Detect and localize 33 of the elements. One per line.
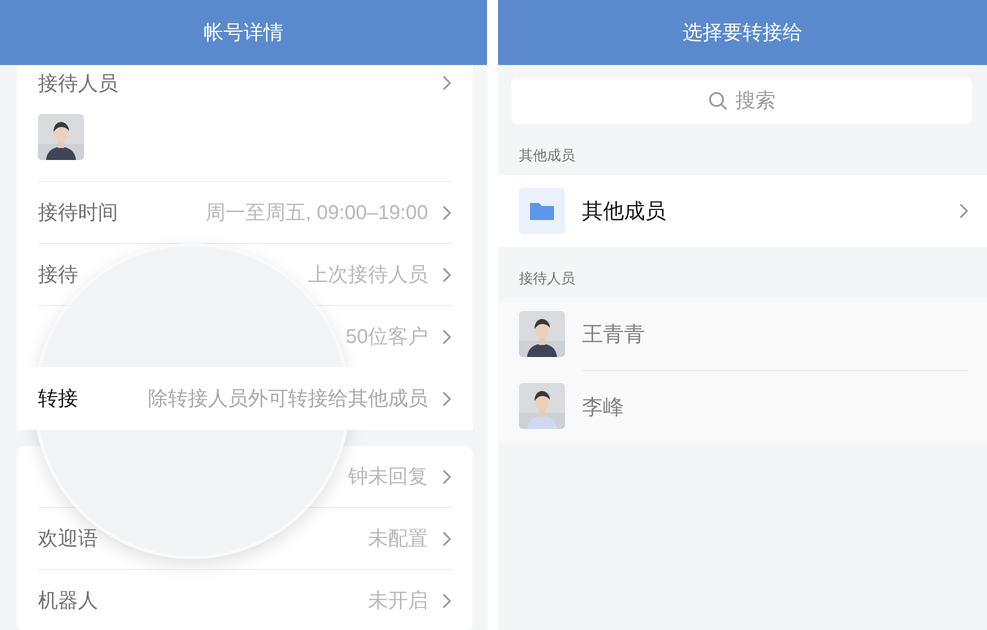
search-field[interactable]: 搜索 <box>511 78 972 124</box>
chevron-icon <box>442 75 452 91</box>
chevron-icon <box>442 530 452 546</box>
chevron-icon <box>959 203 969 219</box>
row-value: 周一至周五, 09:00–19:00 <box>206 201 428 226</box>
row-label: 转接 <box>38 387 78 412</box>
row-label: 接待人员 <box>38 72 119 96</box>
row-value: 50位客户 <box>346 325 428 350</box>
row-label: 接待 <box>38 263 78 288</box>
search-icon <box>708 91 728 111</box>
chevron-icon <box>442 266 452 282</box>
chevron-icon <box>442 328 452 344</box>
section-title: 其他成员 <box>518 146 576 165</box>
list-item: 李峰 <box>498 370 987 442</box>
row-value: 除转接人员外可转接给其他成员 <box>148 387 428 412</box>
folder-icon <box>519 188 565 234</box>
row-label: 欢迎语 <box>38 527 98 552</box>
row-value: 未配置 <box>368 527 428 552</box>
page-header: 帐号详情 <box>0 0 487 65</box>
row-value: 钟未回复 <box>348 465 428 490</box>
chevron-icon <box>442 592 452 608</box>
list-item[interactable]: 其他成员 <box>498 175 987 247</box>
page-header: 选择要转接给 <box>498 0 987 65</box>
chevron-icon <box>442 390 452 406</box>
list-item: 王青青 <box>498 298 987 370</box>
row-label: 接待时间 <box>38 201 118 226</box>
chevron-icon <box>442 468 452 484</box>
highlighted-row[interactable]: 转接 除转接人员外可转接给其他成员 <box>17 367 473 430</box>
row-value: 未开启 <box>368 589 428 614</box>
row-value: 上次接待人员 <box>308 263 428 288</box>
chevron-icon <box>442 204 452 220</box>
section-title: 接待人员 <box>518 269 576 288</box>
row-label: 机器人 <box>38 589 98 614</box>
